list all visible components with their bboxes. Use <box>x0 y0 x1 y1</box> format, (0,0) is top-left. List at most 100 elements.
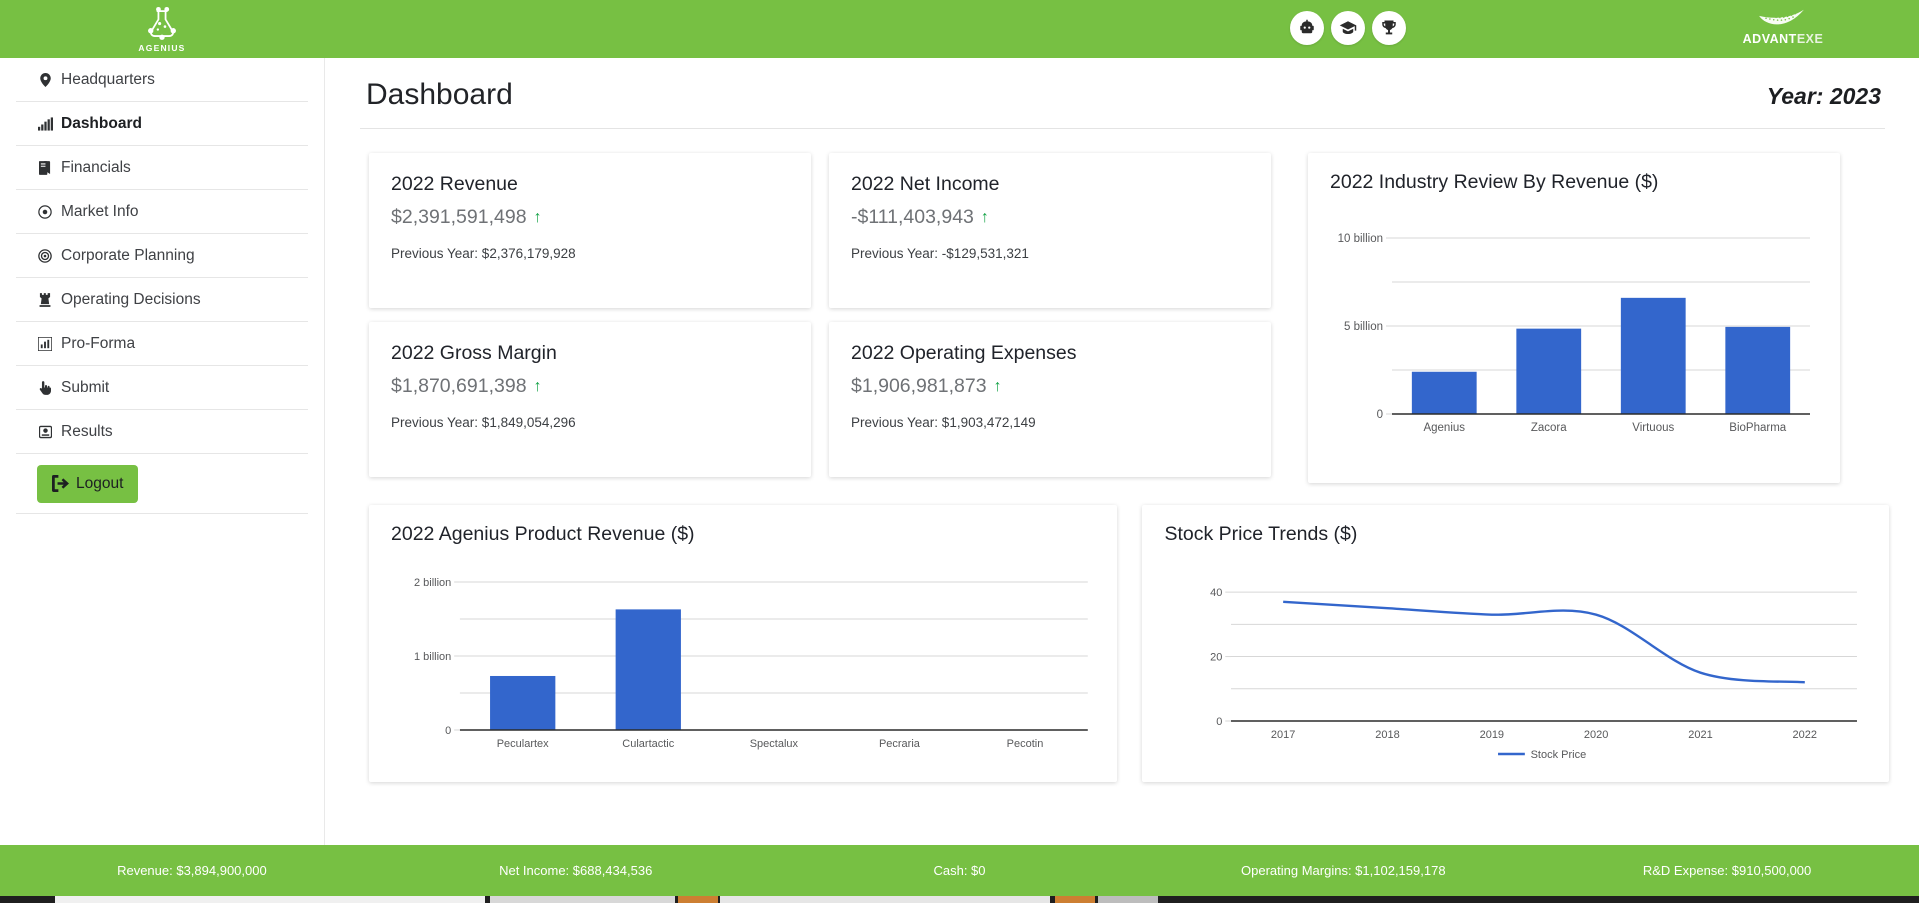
top-header-bar: AGENIUS <box>0 0 1919 58</box>
trend-up-icon: ↑ <box>981 210 989 226</box>
stock-price-chart-card: Stock Price Trends ($) 02040201720182019… <box>1142 505 1889 782</box>
chart-y-tick-label: 10 billion <box>1338 233 1383 245</box>
chart-x-tick-label: 2021 <box>1689 729 1713 741</box>
chart-bar <box>1621 298 1686 414</box>
header-divider <box>360 128 1885 129</box>
footer-metrics-bar: Revenue: $3,894,900,000 Net Income: $688… <box>0 845 1919 896</box>
chart-x-tick-label: Virtuous <box>1632 422 1674 434</box>
sidebar-item-label: Submit <box>61 379 109 397</box>
main-content-area: Dashboard Year: 2023 2022 Revenue $2,391… <box>326 58 1919 845</box>
kpi-previous-year: Previous Year: $1,903,472,149 <box>851 415 1249 430</box>
advantexe-wordmark: ADVANTEXE <box>1743 32 1824 46</box>
footer-metric-net-income: Net Income: $688,434,536 <box>384 863 768 878</box>
logout-button[interactable]: Logout <box>37 465 138 503</box>
sidebar-item-corporate-planning[interactable]: Corporate Planning <box>16 234 308 278</box>
product-revenue-plot: 01 billion2 billionPeculartexCulartactic… <box>391 554 1095 764</box>
chart-y-tick-label: 5 billion <box>1344 321 1383 333</box>
sidebar-item-submit[interactable]: Submit <box>16 366 308 410</box>
trend-up-icon: ↑ <box>534 210 542 226</box>
trend-up-icon: ↑ <box>994 379 1002 395</box>
kpi-card-operating-expenses[interactable]: 2022 Operating Expenses $1,906,981,873 ↑… <box>829 322 1271 477</box>
chess-rook-icon <box>37 293 53 307</box>
kpi-title: 2022 Operating Expenses <box>851 342 1249 365</box>
advantexe-swoosh-icon <box>1756 5 1810 33</box>
kpi-card-revenue[interactable]: 2022 Revenue $2,391,591,498 ↑ Previous Y… <box>369 153 811 308</box>
chart-y-tick-label: 40 <box>1211 587 1223 599</box>
footer-metric-operating-margins: Operating Margins: $1,102,159,178 <box>1151 863 1535 878</box>
chart-y-tick-label: 0 <box>1377 409 1383 421</box>
chart-x-tick-label: Culartactic <box>622 738 674 750</box>
graduation-cap-icon-button[interactable] <box>1331 11 1365 45</box>
chart-x-tick-label: Zacora <box>1531 422 1567 434</box>
sidebar-item-label: Operating Decisions <box>61 291 201 309</box>
kpi-value-row: $2,391,591,498 ↑ <box>391 206 789 229</box>
kpi-value-row: $1,906,981,873 ↑ <box>851 375 1249 398</box>
product-revenue-chart-card: 2022 Agenius Product Revenue ($) 0 1 bill… <box>369 505 1117 782</box>
sidebar-item-market-info[interactable]: Market Info <box>16 190 308 234</box>
kpi-card-gross-margin[interactable]: 2022 Gross Margin $1,870,691,398 ↑ Previ… <box>369 322 811 477</box>
taskbar-window-f <box>1098 896 1158 903</box>
kpi-column-right: 2022 Net Income -$111,403,943 ↑ Previous… <box>820 153 1280 491</box>
footer-metric-cash: Cash: $0 <box>768 863 1152 878</box>
product-revenue-svg: 01 billion2 billionPeculartexCulartactic… <box>391 554 1095 764</box>
advantexe-word-part2: EXE <box>1797 32 1824 46</box>
chart-x-tick-label: 2020 <box>1584 729 1608 741</box>
bar-chart-icon <box>37 117 53 131</box>
chart-y-tick-label: 20 <box>1211 651 1223 663</box>
chart-title: Stock Price Trends ($) <box>1164 523 1867 546</box>
year-indicator: Year: 2023 <box>1767 83 1881 110</box>
kpi-title: 2022 Gross Margin <box>391 342 789 365</box>
sidebar-item-headquarters[interactable]: Headquarters <box>16 58 308 102</box>
chart-title: 2022 Industry Review By Revenue ($) <box>1330 171 1818 194</box>
chart-x-tick-label: Agenius <box>1423 422 1465 434</box>
chart-bar <box>490 676 555 730</box>
robot-icon-button[interactable] <box>1290 11 1324 45</box>
sidebar-item-label: Results <box>61 423 113 441</box>
stock-price-svg: 02040201720182019202020212022Stock Price <box>1164 554 1867 769</box>
sign-out-icon <box>52 475 69 492</box>
industry-review-plot: 0 5 billion 10 billion Agenius Zacora Virtuou… <box>1330 200 1818 450</box>
kpi-previous-year: Previous Year: $1,849,054,296 <box>391 415 789 430</box>
chart-y-tick-label: 0 <box>445 725 451 737</box>
industry-review-svg: 0 5 billion 10 billion Agenius Zacora Virtuou… <box>1330 200 1818 450</box>
taskbar-window-b <box>490 896 675 903</box>
sidebar-item-financials[interactable]: Financials <box>16 146 308 190</box>
sidebar-item-label: Market Info <box>61 203 139 221</box>
taskbar-window-c <box>678 896 718 903</box>
kpi-value: $1,870,691,398 <box>391 375 527 398</box>
logout-row: Logout <box>16 454 308 514</box>
kpi-title: 2022 Net Income <box>851 173 1249 196</box>
taskbar-window-a <box>55 896 485 903</box>
sidebar-item-pro-forma[interactable]: Pro-Forma <box>16 322 308 366</box>
kpi-card-net-income[interactable]: 2022 Net Income -$111,403,943 ↑ Previous… <box>829 153 1271 308</box>
agenius-brand-logo[interactable]: AGENIUS <box>132 4 192 56</box>
sidebar-item-label: Headquarters <box>61 71 155 89</box>
sidebar-item-dashboard[interactable]: Dashboard <box>16 102 308 146</box>
advantexe-word-part1: ADVANT <box>1743 32 1797 46</box>
chart-x-tick-label: BioPharma <box>1729 422 1786 434</box>
graduation-cap-icon <box>1339 19 1357 37</box>
dashboard-row-bottom: 2022 Agenius Product Revenue ($) 0 1 bill… <box>356 505 1889 782</box>
flask-molecule-icon <box>143 4 181 42</box>
sidebar-item-results[interactable]: Results <box>16 410 308 454</box>
sidebar-item-operating-decisions[interactable]: Operating Decisions <box>16 278 308 322</box>
stock-price-plot: 02040201720182019202020212022Stock Price <box>1164 554 1867 769</box>
chart-title: 2022 Agenius Product Revenue ($) <box>391 523 1095 546</box>
trophy-icon-button[interactable] <box>1372 11 1406 45</box>
logout-button-label: Logout <box>76 475 123 493</box>
chart-y-tick-label: 2 billion <box>414 577 451 589</box>
dot-circle-icon <box>37 205 53 219</box>
kpi-previous-year: Previous Year: -$129,531,321 <box>851 246 1249 261</box>
sidebar-navigation: Headquarters Dashboard Financials Market… <box>0 58 325 845</box>
chart-bar <box>1412 372 1477 414</box>
poll-icon <box>37 425 53 439</box>
trend-up-icon: ↑ <box>534 379 542 395</box>
kpi-title: 2022 Revenue <box>391 173 789 196</box>
chart-bar-icon <box>37 337 53 351</box>
chart-y-tick-label: 1 billion <box>414 651 451 663</box>
robot-icon <box>1298 19 1316 37</box>
taskbar-window-d <box>720 896 1050 903</box>
advantexe-logo: ADVANTEXE <box>1733 5 1833 55</box>
sidebar-item-label: Corporate Planning <box>61 247 195 265</box>
sidebar-item-label: Financials <box>61 159 131 177</box>
